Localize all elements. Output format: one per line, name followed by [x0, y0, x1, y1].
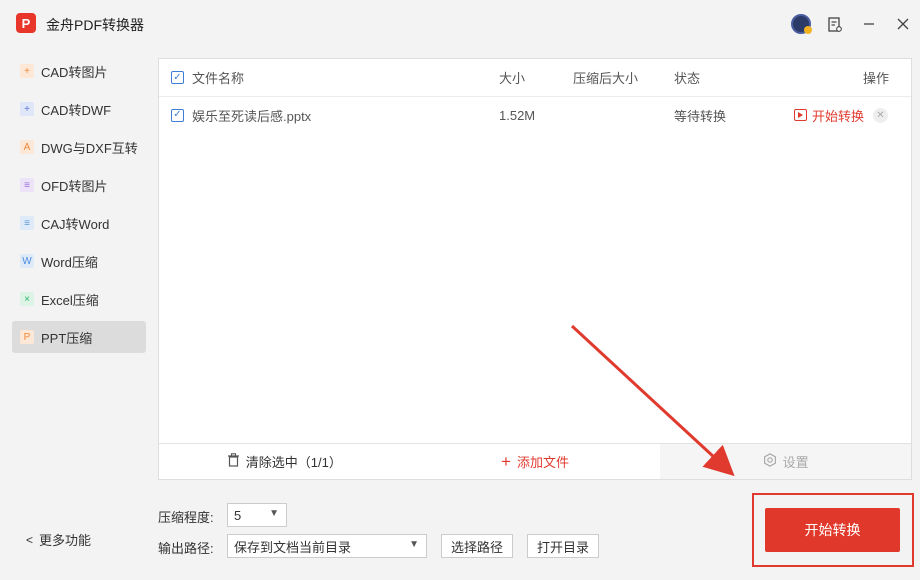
ppt-compress-icon: P	[20, 330, 34, 344]
file-list-panel: ✓ 文件名称 大小 压缩后大小 状态 操作 ✓ 娱乐至死读后感.pptx 1.5…	[158, 58, 912, 480]
chevron-down-icon: ▼	[409, 539, 419, 550]
sidebar-item-dwg-dxf[interactable]: A DWG与DXF互转	[12, 131, 146, 163]
play-icon	[794, 109, 807, 121]
header-status: 状态	[674, 71, 701, 86]
sidebar-item-excel-compress[interactable]: × Excel压缩	[12, 283, 146, 315]
start-convert-button[interactable]: 开始转换	[765, 508, 900, 552]
sidebar-item-label: DWG与DXF互转	[41, 140, 138, 156]
header-action: 操作	[863, 71, 890, 86]
row-start-label: 开始转换	[812, 108, 865, 124]
window-controls	[784, 0, 920, 48]
chevron-down-icon: ▼	[269, 508, 279, 519]
table-header: ✓ 文件名称 大小 压缩后大小 状态 操作	[159, 59, 911, 97]
open-directory-button[interactable]: 打开目录	[527, 534, 599, 558]
sidebar-item-caj-word[interactable]: ≡ CAJ转Word	[12, 207, 146, 239]
row-checkbox[interactable]: ✓	[171, 97, 184, 133]
sidebar-item-label: OFD转图片	[41, 178, 108, 194]
clear-selected-label: 清除选中（1/1）	[245, 455, 342, 470]
app-title: 金舟PDF转换器	[46, 17, 144, 33]
trash-icon	[227, 453, 240, 470]
sidebar-item-label: PPT压缩	[41, 330, 93, 346]
compress-level-select[interactable]: 5 ▼	[227, 503, 287, 527]
excel-compress-icon: ×	[20, 292, 34, 306]
sidebar: + CAD转图片 + CAD转DWF A DWG与DXF互转 ≡ OFD转图片 …	[12, 55, 146, 359]
more-features-link[interactable]: < 更多功能	[26, 530, 91, 549]
caj-word-icon: ≡	[20, 216, 34, 230]
output-path-value: 保存到文档当前目录	[234, 539, 352, 555]
table-row: ✓ 娱乐至死读后感.pptx 1.52M 等待转换 开始转换 ✕	[159, 97, 911, 133]
sidebar-item-label: CAJ转Word	[41, 216, 110, 232]
compress-level-label: 压缩程度:	[158, 510, 214, 525]
file-size: 1.52M	[499, 107, 536, 123]
output-path-select[interactable]: 保存到文档当前目录 ▼	[227, 534, 427, 558]
compress-level-value: 5	[234, 507, 242, 523]
header-name: 文件名称	[192, 71, 245, 86]
cad-dwf-icon: +	[20, 102, 34, 116]
sidebar-item-ofd-image[interactable]: ≡ OFD转图片	[12, 169, 146, 201]
panel-footer: 清除选中（1/1） + 添加文件 设置	[159, 443, 912, 479]
ofd-image-icon: ≡	[20, 178, 34, 192]
sidebar-item-label: Word压缩	[41, 254, 98, 270]
header-compressed-size: 压缩后大小	[573, 71, 639, 86]
plus-icon: +	[501, 451, 511, 471]
cad-image-icon: +	[20, 64, 34, 78]
gear-icon	[763, 453, 777, 470]
close-icon[interactable]	[886, 0, 920, 48]
sidebar-item-label: CAD转DWF	[41, 102, 112, 118]
settings-button[interactable]: 设置	[660, 444, 912, 479]
settings-label: 设置	[782, 455, 809, 470]
sidebar-item-ppt-compress[interactable]: P PPT压缩	[12, 321, 146, 353]
clear-selected-button[interactable]: 清除选中（1/1）	[159, 444, 410, 479]
select-all-checkbox[interactable]: ✓	[171, 59, 184, 96]
more-features-label: 更多功能	[39, 533, 92, 548]
sidebar-item-cad-dwf[interactable]: + CAD转DWF	[12, 93, 146, 125]
app-logo-icon: P	[16, 13, 36, 33]
add-file-button[interactable]: + 添加文件	[410, 444, 661, 479]
chevron-left-icon: <	[26, 532, 34, 547]
choose-path-button[interactable]: 选择路径	[441, 534, 513, 558]
sidebar-item-label: Excel压缩	[41, 292, 99, 308]
avatar-icon[interactable]	[784, 0, 818, 48]
header-size: 大小	[499, 71, 526, 86]
close-icon: ✕	[873, 107, 888, 123]
output-path-label: 输出路径:	[158, 541, 214, 556]
file-status: 等待转换	[674, 108, 727, 124]
title-bar: P 金舟PDF转换器	[0, 0, 920, 48]
notes-icon[interactable]	[818, 0, 852, 48]
sidebar-item-word-compress[interactable]: W Word压缩	[12, 245, 146, 277]
row-start-button[interactable]: 开始转换	[794, 97, 864, 133]
row-delete-button[interactable]: ✕	[873, 97, 888, 133]
word-compress-icon: W	[20, 254, 34, 268]
minimize-icon[interactable]	[852, 0, 886, 48]
dwg-dxf-icon: A	[20, 140, 34, 154]
sidebar-item-label: CAD转图片	[41, 64, 108, 80]
sidebar-item-cad-image[interactable]: + CAD转图片	[12, 55, 146, 87]
file-name: 娱乐至死读后感.pptx	[192, 108, 312, 124]
add-file-label: 添加文件	[516, 455, 569, 470]
